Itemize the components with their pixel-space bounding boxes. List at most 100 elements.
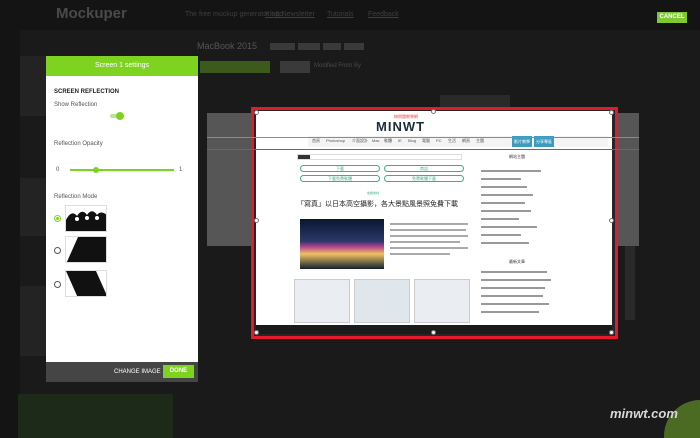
text-line bbox=[481, 303, 549, 305]
resize-handle[interactable] bbox=[254, 218, 259, 223]
top-bar: Mockuper The free mockup generator app K… bbox=[0, 0, 700, 30]
screen-settings-panel: Screen 1 settings SCREEN REFLECTION Show… bbox=[46, 56, 198, 382]
opacity-max-label: 1 bbox=[179, 167, 183, 173]
reflection-mode-radio-wave[interactable] bbox=[54, 215, 61, 222]
site-nav-item: 主題 bbox=[476, 138, 484, 143]
app-logo[interactable]: Mockuper bbox=[56, 5, 127, 22]
toggle-knob[interactable] bbox=[116, 112, 124, 120]
site-sidebar-title: 網站主題 bbox=[509, 154, 525, 159]
text-line bbox=[481, 279, 551, 281]
text-line bbox=[481, 194, 533, 196]
site-nav-item: IE bbox=[398, 138, 402, 143]
heading-chip bbox=[323, 43, 341, 50]
bottom-thumbnail[interactable] bbox=[18, 394, 173, 438]
resize-handle[interactable] bbox=[609, 330, 614, 335]
heading-chip bbox=[344, 43, 364, 50]
site-article-category: 免費素材 bbox=[367, 191, 380, 195]
site-screenshot-thumb bbox=[294, 279, 350, 323]
watermark-logo: minwt.com bbox=[610, 406, 678, 421]
background-secondary-button[interactable] bbox=[280, 61, 310, 73]
site-nav-item: 電腦 bbox=[422, 138, 430, 143]
heading-chip bbox=[298, 43, 320, 50]
nav-link-tutorials[interactable]: Tutorials bbox=[327, 11, 354, 18]
guide-line bbox=[207, 149, 639, 150]
resize-handle[interactable] bbox=[254, 330, 259, 335]
site-search bbox=[297, 154, 462, 160]
reflection-opacity-label: Reflection Opacity bbox=[54, 141, 103, 147]
site-nav-item: Mac bbox=[372, 138, 380, 143]
opacity-slider-thumb[interactable] bbox=[93, 167, 99, 173]
site-nav-item: Blog bbox=[408, 138, 417, 143]
reflection-mode-radio-diagonal[interactable] bbox=[54, 247, 61, 254]
text-line bbox=[481, 202, 525, 204]
text-line bbox=[481, 295, 543, 297]
screen-content: 梅問題教學網 MINWT 首頁 Photoshop 介面設計 Mac 軟體 IE… bbox=[256, 111, 612, 331]
cancel-button[interactable]: CANCEL bbox=[657, 12, 687, 23]
thumbnail[interactable] bbox=[20, 56, 46, 116]
site-pill: 免費軟體下載 bbox=[384, 175, 464, 182]
done-button[interactable]: DONE bbox=[163, 365, 194, 378]
resize-handle[interactable] bbox=[254, 110, 259, 115]
site-pill: 下載 bbox=[300, 165, 380, 172]
resize-handle[interactable] bbox=[609, 218, 614, 223]
site-banner: 梅問題教學網 MINWT bbox=[256, 111, 612, 135]
text-line bbox=[390, 247, 468, 249]
show-reflection-label: Show Reflection bbox=[54, 102, 98, 108]
section-title: SCREEN REFLECTION bbox=[54, 89, 120, 95]
text-line bbox=[481, 218, 519, 220]
site-main-column: 下載 商店 下載免費軟體 免費軟體下載 免費素材 「寫真」以日本高空攝影，各大景… bbox=[292, 151, 472, 331]
site-body: 下載 商店 下載免費軟體 免費軟體下載 免費素材 「寫真」以日本高空攝影，各大景… bbox=[292, 151, 558, 331]
thumbnail[interactable] bbox=[20, 286, 46, 356]
resize-handle[interactable] bbox=[431, 109, 436, 114]
text-line bbox=[390, 229, 466, 231]
text-line bbox=[481, 242, 529, 244]
text-line bbox=[390, 235, 468, 237]
site-search-tag bbox=[298, 155, 310, 159]
text-line bbox=[481, 170, 541, 172]
reflection-mode-radio-slope[interactable] bbox=[54, 281, 61, 288]
reflection-mode-label: Reflection Mode bbox=[54, 194, 98, 200]
site-nav-item: Photoshop bbox=[326, 138, 346, 143]
thumbnail[interactable] bbox=[20, 178, 46, 236]
site-nav-item: 網頁 bbox=[462, 138, 470, 143]
text-line bbox=[481, 287, 545, 289]
change-image-button[interactable]: CHANGE IMAGE bbox=[114, 369, 161, 375]
opacity-slider[interactable] bbox=[70, 169, 174, 171]
opacity-min-label: 0 bbox=[56, 167, 60, 173]
nav-link-kit[interactable]: Kit & Newsletter bbox=[265, 11, 315, 18]
left-rail bbox=[0, 30, 20, 438]
background-action-button[interactable] bbox=[200, 61, 270, 73]
page-title: MacBook 2015 bbox=[197, 41, 258, 51]
site-pill: 商店 bbox=[384, 165, 464, 172]
panel-title: Screen 1 settings bbox=[46, 56, 198, 76]
site-sidebar: 網站主題 最新文章 bbox=[477, 151, 557, 331]
site-article-title: 「寫真」以日本高空攝影，各大景點風景照免費下載 bbox=[297, 201, 458, 208]
text-line bbox=[390, 241, 460, 243]
text-line bbox=[481, 311, 539, 313]
text-line bbox=[481, 210, 531, 212]
site-hero-image bbox=[300, 219, 384, 269]
site-nav-item: 生活 bbox=[448, 138, 456, 143]
site-logo: MINWT bbox=[376, 119, 426, 134]
site-nav-item: 首頁 bbox=[312, 138, 320, 143]
site-screenshot-thumb bbox=[354, 279, 410, 323]
text-line bbox=[390, 223, 468, 225]
nav-link-feedback[interactable]: Feedback bbox=[368, 11, 399, 18]
reflection-mode-slope-preview[interactable] bbox=[65, 270, 107, 297]
text-line bbox=[481, 226, 537, 228]
site-screenshot-thumb bbox=[414, 279, 470, 323]
site-pill: 下載免費軟體 bbox=[300, 175, 380, 182]
text-line bbox=[390, 253, 450, 255]
guide-line bbox=[207, 137, 639, 138]
background-credit: Modified From By bbox=[314, 63, 362, 69]
reflection-mode-wave-preview[interactable] bbox=[65, 205, 107, 232]
site-sidebar-title: 最新文章 bbox=[509, 259, 525, 264]
site-nav-item: 介面設計 bbox=[352, 138, 368, 143]
resize-handle[interactable] bbox=[609, 110, 614, 115]
heading-chip bbox=[270, 43, 295, 50]
site-nav-item: PC bbox=[436, 138, 442, 143]
text-line bbox=[481, 178, 521, 180]
resize-handle[interactable] bbox=[431, 330, 436, 335]
text-line bbox=[481, 186, 527, 188]
reflection-mode-diagonal-preview[interactable] bbox=[65, 236, 107, 263]
